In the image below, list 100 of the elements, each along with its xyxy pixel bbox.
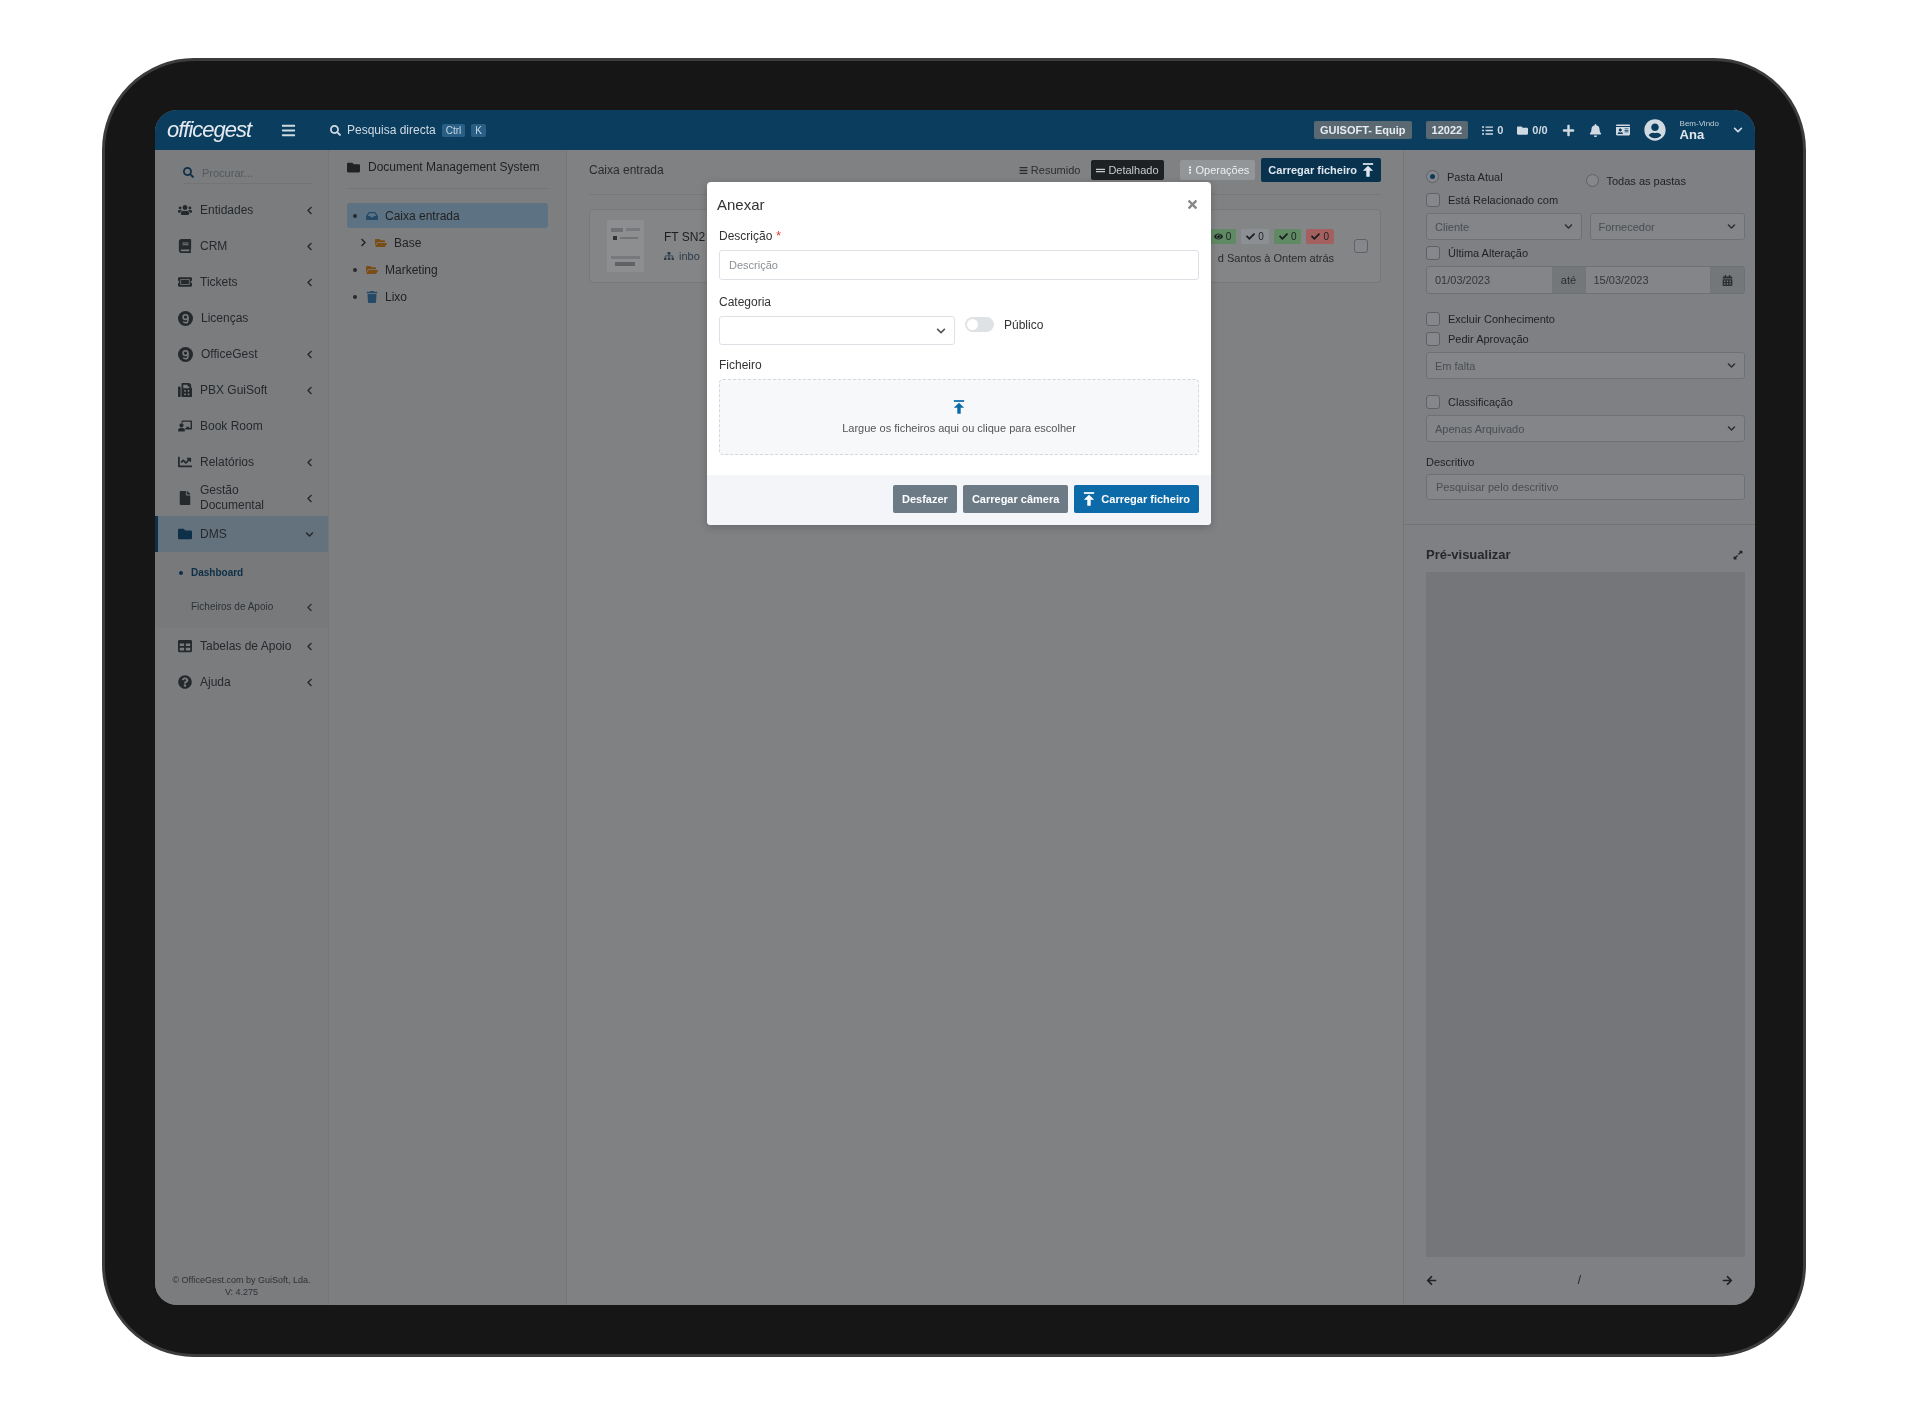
secondary-button[interactable]: Carregar câmera <box>962 485 1069 513</box>
chevron-down-icon <box>1727 361 1736 370</box>
section-title: Pré-visualizar <box>1426 547 1511 562</box>
chevron-down-icon <box>1727 424 1736 433</box>
menu-icon[interactable] <box>281 122 296 138</box>
counter[interactable]: 0/0 <box>1517 124 1548 136</box>
checkbox[interactable] <box>1354 239 1368 253</box>
sidebar-item[interactable]: Entidades <box>155 192 328 228</box>
submenu-item[interactable]: Ficheiros de Apoio <box>155 590 328 624</box>
sidebar-item[interactable]: Book Room <box>155 408 328 444</box>
page-title: Caixa entrada <box>589 163 665 177</box>
upload-button[interactable]: Carregar ficheiro <box>1261 158 1381 182</box>
chevron-down-icon <box>936 325 946 336</box>
caret-icon <box>305 385 314 395</box>
radio-label: Todas as pastas <box>1606 174 1686 187</box>
ticket-icon <box>178 275 192 289</box>
radio-button[interactable] <box>1426 170 1439 183</box>
card-icon[interactable] <box>1615 123 1630 137</box>
tree-item[interactable]: Lixo <box>347 284 548 309</box>
expand-icon[interactable] <box>1733 549 1743 560</box>
avatar-icon[interactable] <box>1643 119 1666 141</box>
select-field[interactable]: Em falta <box>1426 352 1745 379</box>
eye-icon <box>1213 231 1223 241</box>
footer-text: V: 4.275 <box>224 1287 259 1297</box>
search-icon <box>330 124 341 136</box>
checkbox[interactable] <box>1426 395 1440 409</box>
view-toggle[interactable]: Resumido <box>1013 160 1086 180</box>
caret-icon <box>305 677 314 687</box>
sidebar-item[interactable]: Relatórios <box>155 444 328 480</box>
sidebar-item[interactable]: DMS <box>155 516 328 552</box>
secondary-button[interactable]: Desfazer <box>893 485 957 513</box>
sidebar-item[interactable]: Licenças <box>155 300 328 336</box>
sidebar-item[interactable]: Tabelas de Apoio <box>155 628 328 664</box>
tree-item[interactable]: Caixa entrada <box>347 203 548 228</box>
field-label: Descritivo <box>1426 456 1476 468</box>
view-toggle[interactable]: Detalhado <box>1091 160 1164 180</box>
radio-label: Pasta Atual <box>1447 170 1503 183</box>
logo-icon <box>178 310 193 326</box>
checkbox-label: Última Alteração <box>1448 247 1529 259</box>
badge[interactable]: GUISOFT- Equip <box>1314 121 1412 139</box>
help-icon <box>178 675 192 689</box>
plus-icon[interactable] <box>1561 123 1575 137</box>
table-icon <box>178 639 192 653</box>
sidebar-item[interactable]: Tickets <box>155 264 328 300</box>
folder-icon <box>1517 124 1529 136</box>
select-field[interactable]: Fornecedor <box>1589 213 1745 240</box>
count-badge: 0 <box>1241 228 1269 244</box>
date-range-field[interactable]: 01/03/2023 até 15/03/2023 <box>1426 266 1745 294</box>
checkbox[interactable] <box>1426 332 1440 346</box>
counter[interactable]: 0 <box>1482 124 1504 136</box>
sidebar-item[interactable]: CRM <box>155 228 328 264</box>
field-label: Ficheiro <box>719 358 763 372</box>
bullet-icon <box>353 294 357 299</box>
inbox-icon <box>366 209 378 222</box>
field-label: Categoria <box>719 295 773 309</box>
caret-icon[interactable] <box>1733 125 1743 135</box>
tree-item[interactable]: Marketing <box>347 257 548 282</box>
badge[interactable]: 12022 <box>1425 121 1469 139</box>
check-icon <box>1278 231 1288 241</box>
search-field[interactable]: Pesquisa directa Ctrl K <box>330 123 486 137</box>
chart-icon <box>178 455 192 469</box>
caret-icon <box>359 238 368 247</box>
caret-icon <box>305 493 314 503</box>
toggle-label: Público <box>1004 317 1044 332</box>
check-icon <box>1246 231 1256 241</box>
logo-icon <box>178 346 193 362</box>
required-mark: * <box>776 229 782 243</box>
checkbox[interactable] <box>1426 246 1440 260</box>
toggle-switch[interactable] <box>965 317 994 332</box>
close-icon[interactable] <box>1186 198 1199 211</box>
submenu-item[interactable]: Dashboard <box>155 556 328 590</box>
radio-button[interactable] <box>1585 174 1599 187</box>
upload-button[interactable]: Carregar ficheiro <box>1074 485 1199 513</box>
checkbox[interactable] <box>1426 312 1440 326</box>
field-label: Descrição <box>719 229 773 243</box>
sidebar-item[interactable]: PBX GuiSoft <box>155 372 328 408</box>
calendar-icon <box>1721 274 1733 286</box>
trash-icon <box>366 290 378 303</box>
select-field[interactable] <box>719 316 955 345</box>
select-field[interactable]: Apenas Arquivado <box>1426 415 1745 442</box>
bell-icon[interactable] <box>1588 123 1602 137</box>
greeting: Bem-Vindo <box>1679 119 1719 128</box>
caret-icon <box>305 641 314 651</box>
drop-zone[interactable]: Largue os ficheiros aqui ou clique para escolher <box>719 379 1199 455</box>
input-field[interactable]: Descrição <box>719 250 1199 280</box>
chevron-down-icon <box>1563 222 1573 231</box>
tree-item[interactable]: Base <box>347 230 548 255</box>
sidebar-item[interactable]: Ajuda <box>155 664 328 700</box>
file-icon <box>178 491 192 505</box>
check-icon <box>1311 231 1321 241</box>
sidebar-item[interactable]: OfficeGest <box>155 336 328 372</box>
people-icon <box>178 203 192 217</box>
folder-icon <box>347 160 360 174</box>
dialog-title: Anexar <box>717 196 765 213</box>
chevron-down-icon <box>1727 222 1736 231</box>
arrow-left-icon[interactable] <box>1426 1274 1437 1286</box>
checkbox[interactable] <box>1426 193 1440 207</box>
upload-icon <box>1083 492 1096 506</box>
arrow-right-icon[interactable] <box>1722 1274 1733 1286</box>
sidebar-item[interactable]: Gestão Documental <box>155 480 328 516</box>
